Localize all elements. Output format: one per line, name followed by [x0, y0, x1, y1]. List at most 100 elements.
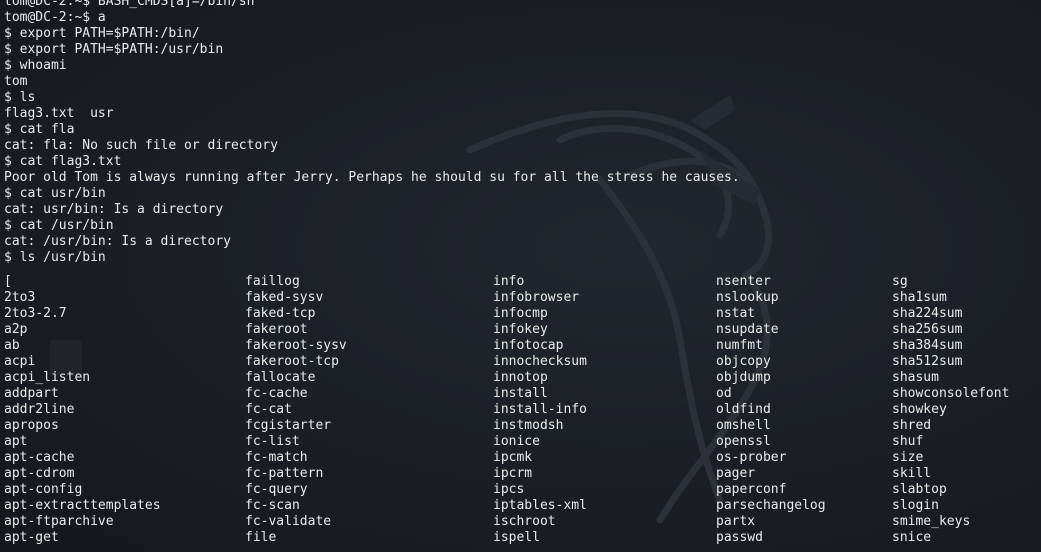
ls-entry: ispell: [493, 530, 540, 545]
ls-entry: slogin: [892, 498, 939, 513]
terminal-line: $ ls /usr/bin: [4, 250, 106, 265]
terminal-line: $ cat usr/bin: [4, 186, 106, 201]
ls-column: info infobrowser infocmp infokey infotocap in…: [493, 274, 587, 546]
ls-entry: 2to3-2.7: [4, 306, 67, 321]
ls-entry: apt-cdrom: [4, 466, 75, 481]
ls-entry: fc-query: [245, 482, 308, 497]
terminal-window[interactable]: tom@DC-2:~$ BASH_CMDS[a]=/bin/sh tom@DC-…: [0, 0, 1041, 552]
ls-entry: sha256sum: [892, 322, 963, 337]
ls-entry: innochecksum: [493, 354, 587, 369]
ls-entry: nsupdate: [716, 322, 779, 337]
ls-entry: addr2line: [4, 402, 75, 417]
terminal-line: $ ls: [4, 90, 36, 105]
ls-entry: a2p: [4, 322, 28, 337]
ls-entry: snice: [892, 530, 932, 545]
ls-entry: size: [892, 450, 924, 465]
ls-entry: paperconf: [716, 482, 787, 497]
ls-entry: [: [4, 274, 12, 289]
ls-entry: file: [245, 530, 277, 545]
ls-entry: apt-get: [4, 530, 59, 545]
ls-entry: ipcs: [493, 482, 525, 497]
ls-entry: info: [493, 274, 525, 289]
terminal-line: tom@DC-2:~$ BASH_CMDS[a]=/bin/sh: [4, 0, 255, 9]
ls-entry: faked-sysv: [245, 290, 324, 305]
ls-entry: infobrowser: [493, 290, 580, 305]
ls-entry: sha224sum: [892, 306, 963, 321]
ls-entry: shuf: [892, 434, 924, 449]
terminal-line: $ cat /usr/bin: [4, 218, 114, 233]
ls-entry: install-info: [493, 402, 587, 417]
ls-entry: addpart: [4, 386, 59, 401]
terminal-line: tom: [4, 74, 28, 89]
ls-entry: ipcrm: [493, 466, 533, 481]
ls-entry: sha1sum: [892, 290, 947, 305]
terminal-output: tom@DC-2:~$ BASH_CMDS[a]=/bin/sh tom@DC-…: [4, 0, 740, 266]
ls-entry: fc-validate: [245, 514, 332, 529]
ls-entry: fcgistarter: [245, 418, 332, 433]
ls-entry: fakeroot-tcp: [245, 354, 339, 369]
ls-entry: ab: [4, 338, 20, 353]
ls-entry: oldfind: [716, 402, 771, 417]
terminal-line: $ cat flag3.txt: [4, 154, 122, 169]
ls-entry: apropos: [4, 418, 59, 433]
ls-entry: innotop: [493, 370, 548, 385]
terminal-line: cat: /usr/bin: Is a directory: [4, 234, 231, 249]
ls-entry: nsenter: [716, 274, 771, 289]
terminal-line: Poor old Tom is always running after Jer…: [4, 170, 740, 185]
ls-column: sg sha1sum sha224sum sha256sum sha384sum sha5…: [892, 274, 1009, 546]
ls-entry: nslookup: [716, 290, 779, 305]
ls-entry: ischroot: [493, 514, 556, 529]
ls-entry: numfmt: [716, 338, 763, 353]
ls-entry: omshell: [716, 418, 771, 433]
ls-entry: partx: [716, 514, 756, 529]
ls-entry: acpi_listen: [4, 370, 91, 385]
ls-entry: sg: [892, 274, 908, 289]
ls-entry: objdump: [716, 370, 771, 385]
ls-entry: od: [716, 386, 732, 401]
ls-entry: acpi: [4, 354, 36, 369]
ls-entry: infotocap: [493, 338, 564, 353]
ls-column: faillog faked-sysv faked-tcp fakeroot fakero…: [245, 274, 347, 546]
ls-entry: slabtop: [892, 482, 947, 497]
ls-entry: ipcmk: [493, 450, 533, 465]
ls-entry: fc-pattern: [245, 466, 324, 481]
terminal-line: $ cat fla: [4, 122, 75, 137]
ls-entry: fc-cat: [245, 402, 292, 417]
ls-entry: apt-cache: [4, 450, 75, 465]
ls-entry: iptables-xml: [493, 498, 587, 513]
ls-entry: fallocate: [245, 370, 316, 385]
ls-entry: 2to3: [4, 290, 36, 305]
terminal-line: cat: fla: No such file or directory: [4, 138, 278, 153]
ls-entry: passwd: [716, 530, 763, 545]
terminal-line: flag3.txt usr: [4, 106, 114, 121]
ls-entry: shred: [892, 418, 932, 433]
terminal-line: $ export PATH=$PATH:/usr/bin: [4, 42, 224, 57]
ls-entry: fc-match: [245, 450, 308, 465]
ls-entry: showkey: [892, 402, 947, 417]
ls-column: nsenter nslookup nstat nsupdate numfmt objcop…: [716, 274, 826, 546]
ls-entry: infokey: [493, 322, 548, 337]
ls-entry: fakeroot: [245, 322, 308, 337]
ls-entry: apt-config: [4, 482, 83, 497]
ls-entry: shasum: [892, 370, 939, 385]
ls-entry: pager: [716, 466, 756, 481]
ls-entry: os-prober: [716, 450, 787, 465]
ls-entry: objcopy: [716, 354, 771, 369]
terminal-line: tom@DC-2:~$ a: [4, 10, 106, 25]
ls-entry: fc-scan: [245, 498, 300, 513]
ls-entry: fc-list: [245, 434, 300, 449]
ls-entry: skill: [892, 466, 932, 481]
terminal-line: cat: usr/bin: Is a directory: [4, 202, 224, 217]
ls-entry: showconsolefont: [892, 386, 1010, 401]
terminal-line: $ whoami: [4, 58, 67, 73]
ls-entry: sha384sum: [892, 338, 963, 353]
ls-entry: smime_keys: [892, 514, 971, 529]
ls-entry: openssl: [716, 434, 771, 449]
ls-entry: apt-ftparchive: [4, 514, 114, 529]
ls-entry: sha512sum: [892, 354, 963, 369]
ls-entry: nstat: [716, 306, 756, 321]
ls-entry: faillog: [245, 274, 300, 289]
ls-entry: apt-extracttemplates: [4, 498, 161, 513]
ls-entry: parsechangelog: [716, 498, 826, 513]
ls-entry: faked-tcp: [245, 306, 316, 321]
